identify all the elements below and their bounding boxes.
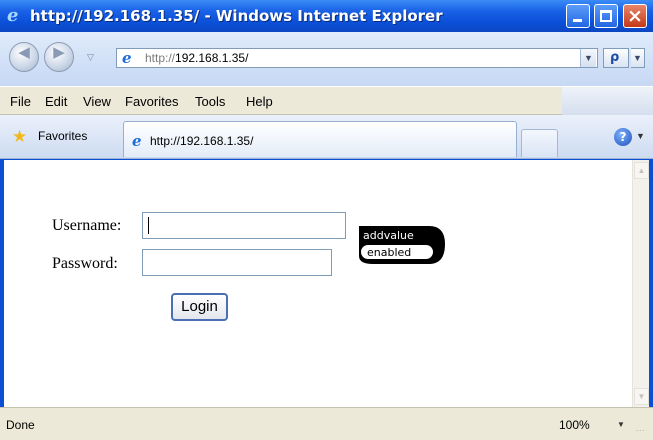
forward-button[interactable]: ▶ — [44, 42, 74, 72]
status-text: Done — [6, 418, 35, 432]
search-button[interactable]: ρ — [603, 48, 629, 68]
forward-arrow-icon: ▶ — [53, 43, 65, 61]
zoom-dropdown[interactable]: ▼ — [617, 420, 625, 429]
tab-active[interactable]: e http://192.168.1.35/ — [123, 121, 517, 157]
tab-bar: ★ Favorites e http://192.168.1.35/ ? ▼ — [0, 115, 653, 159]
recent-pages-dropdown[interactable]: ▽ — [87, 54, 97, 63]
help-dropdown[interactable]: ▼ — [636, 131, 645, 141]
menu-bar: File Edit View Favorites Tools Help — [0, 86, 653, 115]
url-prefix: http:// — [145, 51, 176, 65]
page-icon: e — [122, 49, 132, 67]
menu-tools[interactable]: Tools — [195, 94, 225, 109]
address-field[interactable]: e http://192.168.1.35/ — [116, 48, 598, 68]
menu-help[interactable]: Help — [246, 94, 273, 109]
favorites-button[interactable]: Favorites — [38, 129, 87, 143]
login-button[interactable]: Login — [171, 293, 228, 321]
navigation-bar: ◀ ▶ ▽ e http://192.168.1.35/ ▼ ρ ▼ — [0, 32, 653, 86]
resize-grip[interactable]: . . . — [636, 424, 648, 438]
address-dropdown-button[interactable]: ▼ — [580, 49, 596, 67]
menu-file[interactable]: File — [10, 94, 31, 109]
ie-logo-icon: e — [7, 5, 19, 26]
page-content: Username: Password: Login addvalue enabl… — [4, 160, 632, 407]
url-host: 192.168.1.35/ — [175, 51, 249, 65]
address-url: http://192.168.1.35/ — [145, 51, 248, 65]
title-bar: e http://192.168.1.35/ - Windows Interne… — [0, 0, 653, 32]
close-button[interactable]: × — [623, 4, 647, 28]
username-label: Username: — [52, 217, 122, 234]
minimize-icon — [573, 19, 582, 22]
minimize-button[interactable] — [566, 4, 590, 28]
new-tab-button[interactable] — [521, 129, 558, 157]
menu-bar-spacer — [562, 87, 653, 115]
back-arrow-icon: ◀ — [18, 43, 30, 61]
zoom-level[interactable]: 100% — [559, 418, 590, 432]
text-caret — [148, 217, 149, 234]
maximize-icon — [600, 10, 612, 22]
window-title: http://192.168.1.35/ - Windows Internet … — [30, 7, 443, 25]
logo-line1: addvalue — [363, 229, 414, 242]
scroll-down-button[interactable]: ▼ — [634, 388, 649, 405]
search-icon: ρ — [610, 50, 620, 65]
browser-window: e http://192.168.1.35/ - Windows Interne… — [0, 0, 653, 440]
ie-logo-icon: e — [132, 132, 142, 150]
favorites-star-icon[interactable]: ★ — [12, 128, 27, 146]
close-icon: × — [627, 5, 643, 27]
search-options-dropdown[interactable]: ▼ — [631, 48, 645, 68]
back-button[interactable]: ◀ — [9, 42, 39, 72]
vertical-scrollbar[interactable]: ▲ ▼ — [632, 160, 649, 407]
menu-view[interactable]: View — [83, 94, 111, 109]
scroll-up-button[interactable]: ▲ — [634, 162, 649, 179]
tab-title: http://192.168.1.35/ — [150, 134, 254, 148]
maximize-button[interactable] — [594, 4, 618, 28]
logo-line2: enabled — [367, 246, 411, 259]
help-icon[interactable]: ? — [614, 128, 632, 146]
password-input[interactable] — [142, 249, 332, 276]
username-input[interactable] — [142, 212, 346, 239]
password-label: Password: — [52, 255, 118, 272]
status-bar: Done 100% ▼ . . . — [0, 407, 653, 440]
menu-favorites[interactable]: Favorites — [125, 94, 178, 109]
addvalue-enabled-logo: addvalue enabled — [359, 226, 445, 264]
menu-edit[interactable]: Edit — [45, 94, 67, 109]
